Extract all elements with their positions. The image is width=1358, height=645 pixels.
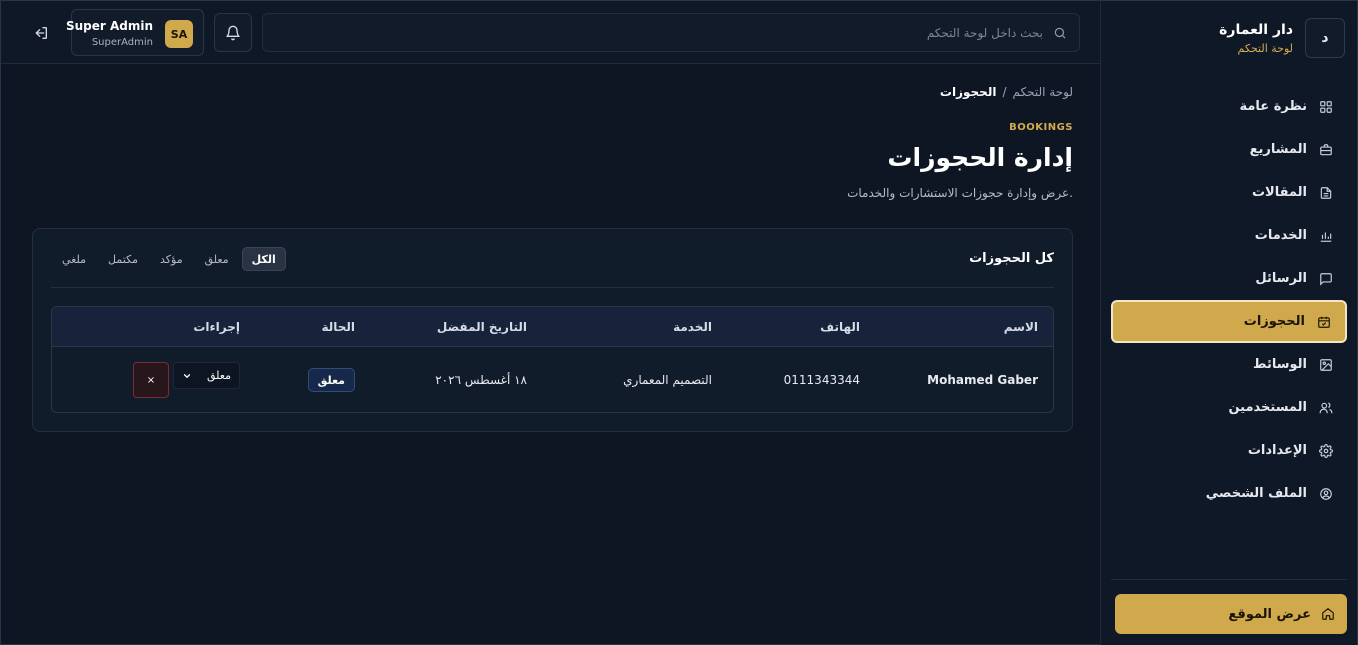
top-bar: SA Super Admin SuperAdmin [1,1,1102,64]
sidebar-item-projects[interactable]: المشاريع [1111,128,1347,171]
cell-service: التصميم المعماري [623,373,712,387]
user-role: SuperAdmin [91,37,153,48]
image-icon [1317,356,1335,374]
sidebar-item-settings[interactable]: الإعدادات [1111,429,1347,472]
column-header-actions: إجراءات [193,320,240,334]
sidebar-item-overview[interactable]: نظرة عامة [1111,85,1347,128]
brand-subtitle: لوحة التحكم [1237,42,1293,55]
sidebar-nav: نظرة عامة المشاريع المقالات الخدمات الرس… [1111,85,1347,515]
breadcrumb-root[interactable]: لوحة التحكم [1013,85,1074,99]
sidebar-item-users[interactable]: المستخدمين [1111,386,1347,429]
bar-chart-icon [1317,227,1335,245]
sidebar-item-services[interactable]: الخدمات [1111,214,1347,257]
bookings-card: كل الحجوزات الكل معلق مؤكد مكتمل ملغي ال… [32,228,1073,432]
column-header-status: الحالة [321,320,355,334]
grid-icon [1317,98,1335,116]
sidebar-item-label: الوسائط [1253,357,1307,372]
sidebar-item-label: الإعدادات [1247,443,1307,458]
bell-icon [225,25,241,41]
page-subtitle: عرض وإدارة حجوزات الاستشارات والخدمات. [847,186,1073,200]
column-header-name: الاسم [1003,320,1038,334]
page-title: إدارة الحجوزات [887,143,1073,172]
notifications-button[interactable] [214,13,252,52]
card-title: كل الحجوزات [969,251,1054,266]
logout-icon[interactable] [31,23,51,43]
breadcrumb-separator: / [1002,85,1007,99]
bookings-table: الاسم الهاتف الخدمة التاريخ المفضل الحال… [51,306,1054,413]
close-icon: × [146,374,156,386]
status-filter-tabs: الكل معلق مؤكد مكتمل ملغي [53,247,286,271]
users-icon [1317,399,1335,417]
briefcase-icon [1317,141,1335,159]
divider [1111,579,1347,580]
message-icon [1317,270,1335,288]
breadcrumb-current: الحجوزات [939,85,997,99]
tab-completed[interactable]: مكتمل [99,247,147,271]
tab-cancelled[interactable]: ملغي [53,247,95,271]
user-menu[interactable]: SA Super Admin SuperAdmin [66,9,204,56]
cell-phone: 0111343344 [783,373,860,387]
tab-pending[interactable]: معلق [196,247,238,271]
delete-button[interactable]: × [133,362,169,398]
sidebar-item-label: الملف الشخصي [1205,486,1307,501]
sidebar-item-label: الحجوزات [1243,314,1305,329]
breadcrumb: لوحة التحكم / الحجوزات [940,85,1073,99]
sidebar-item-label: المستخدمين [1228,400,1307,415]
user-circle-icon [1317,485,1335,503]
column-header-phone: الهاتف [820,320,860,334]
search-bar [262,13,1080,52]
sidebar-item-label: نظرة عامة [1239,99,1307,114]
brand: د دار العمارة لوحة التحكم [1110,18,1345,60]
sidebar-item-bookings[interactable]: الحجوزات [1111,300,1347,343]
search-input[interactable] [283,25,1043,40]
table-header: الاسم الهاتف الخدمة التاريخ المفضل الحال… [52,307,1053,347]
sidebar-item-profile[interactable]: الملف الشخصي [1111,472,1347,515]
brand-title: دار العمارة [1219,22,1293,38]
chevron-down-icon [182,371,192,381]
view-site-label: عرض الموقع [1228,606,1311,622]
view-site-button[interactable]: عرض الموقع [1115,594,1347,634]
sidebar-item-label: الرسائل [1255,271,1307,286]
gear-icon [1317,442,1335,460]
user-name: Super Admin [65,19,153,33]
app-frame: SA Super Admin SuperAdmin لوحة التحكم / … [0,0,1358,645]
column-header-service: الخدمة [673,320,712,334]
brand-logo: د [1305,18,1345,58]
column-header-date: التاريخ المفضل [436,320,527,334]
home-icon [1321,607,1335,621]
status-select[interactable]: معلق [173,362,240,389]
status-select-value: معلق [206,369,231,382]
divider [51,287,1054,288]
sidebar-item-label: المشاريع [1249,142,1307,157]
search-icon [1053,26,1067,40]
sidebar-item-media[interactable]: الوسائط [1111,343,1347,386]
cell-date: ١٨ أغسطس ٢٠٢٦ [435,373,527,387]
calendar-check-icon [1315,313,1333,331]
sidebar-item-label: المقالات [1251,185,1307,200]
table-row: Mohamed Gaber 0111343344 التصميم المعمار… [52,347,1053,412]
cell-name: Mohamed Gaber [927,373,1038,387]
status-badge: معلق [307,368,355,392]
main-content: لوحة التحكم / الحجوزات BOOKINGS إدارة ال… [1,65,1102,645]
page-eyebrow: BOOKINGS [1009,122,1073,133]
tab-confirmed[interactable]: مؤكد [151,247,192,271]
avatar: SA [165,20,193,48]
sidebar-item-articles[interactable]: المقالات [1111,171,1347,214]
tab-all[interactable]: الكل [241,247,286,271]
sidebar: د دار العمارة لوحة التحكم نظرة عامة المش… [1100,1,1357,645]
sidebar-item-messages[interactable]: الرسائل [1111,257,1347,300]
sidebar-item-label: الخدمات [1254,228,1307,243]
document-icon [1317,184,1335,202]
